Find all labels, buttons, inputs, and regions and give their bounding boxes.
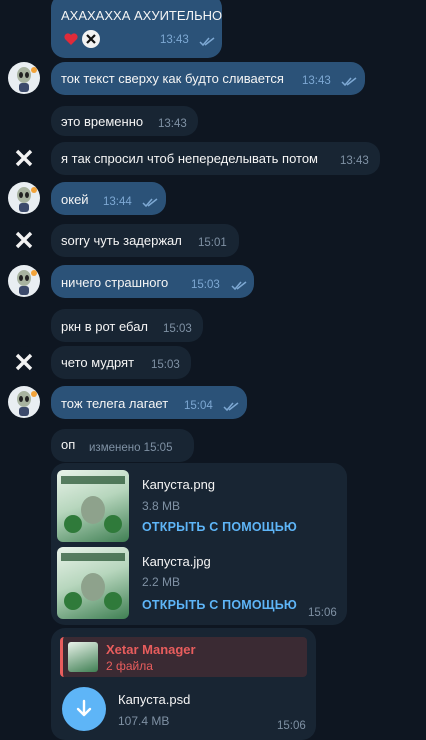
message-time: 15:06 — [308, 607, 337, 619]
file-message[interactable]: Xetar Manager 2 файла Капуста.psd 107.4 … — [51, 628, 316, 740]
double-check-icon — [199, 37, 215, 47]
file-name: Капуста.psd — [118, 692, 191, 707]
message-time: 15:03 — [151, 359, 180, 371]
file-size: 3.8 MB — [142, 499, 181, 513]
download-button[interactable] — [62, 687, 106, 731]
message-text: это временно — [61, 114, 144, 129]
message-bubble[interactable]: sorry чуть задержал 15:01 — [51, 224, 239, 257]
double-check-icon — [142, 198, 158, 208]
message-bubble[interactable]: оп изменено 15:05 — [51, 429, 194, 462]
file-name: Капуста.jpg — [142, 554, 211, 569]
double-check-icon — [223, 402, 239, 412]
file-size: 107.4 MB — [118, 714, 170, 728]
reply-preview[interactable]: Xetar Manager 2 файла — [60, 637, 307, 677]
reply-author: Xetar Manager — [106, 642, 196, 657]
files-message[interactable]: Капуста.png 3.8 MB ОТКРЫТЬ С ПОМОЩЬЮ Кап… — [51, 463, 347, 625]
message-time: 15:03 — [163, 323, 192, 335]
message-bubble[interactable]: это временно 13:43 — [51, 106, 198, 136]
open-with-button[interactable]: ОТКРЫТЬ С ПОМОЩЬЮ — [142, 598, 297, 612]
message-text: sorry чуть задержал — [61, 233, 182, 248]
message-text: ничего страшного — [61, 275, 169, 290]
message-bubble[interactable]: чето мудрят 15:03 — [51, 346, 191, 379]
file-thumbnail[interactable] — [57, 547, 129, 619]
avatar[interactable] — [8, 62, 40, 94]
message-bubble[interactable]: АХАХАХХА АХУИТЕЛЬНО 13:43 — [51, 0, 222, 58]
double-check-icon — [231, 281, 247, 291]
reply-subtitle: 2 файла — [106, 659, 153, 673]
message-time: 13:43 — [302, 75, 331, 87]
file-thumbnail[interactable] — [57, 470, 129, 542]
file-size: 2.2 MB — [142, 575, 181, 589]
avatar[interactable] — [8, 224, 40, 256]
message-text: чето мудрят — [61, 355, 135, 370]
message-text: ток текст сверху как будто сливается — [61, 71, 284, 86]
open-with-button[interactable]: ОТКРЫТЬ С ПОМОЩЬЮ — [142, 520, 297, 534]
download-arrow-icon — [76, 699, 92, 717]
message-text: я так спросил чтоб непеределывать потом — [61, 151, 318, 166]
message-time: 15:06 — [277, 720, 306, 732]
message-time: 13:43 — [160, 34, 189, 46]
message-text: тож телега лагает — [61, 396, 169, 411]
avatar[interactable] — [8, 386, 40, 418]
message-text: оп — [61, 437, 76, 452]
message-time: 13:43 — [340, 155, 369, 167]
message-bubble[interactable]: ркн в рот ебал 15:03 — [51, 309, 203, 342]
message-time: 15:04 — [184, 400, 213, 412]
reaction-user-avatar-icon — [82, 30, 100, 48]
reaction-heart-icon[interactable] — [62, 30, 80, 48]
message-time: 13:44 — [103, 196, 132, 208]
avatar[interactable] — [8, 346, 40, 378]
message-bubble[interactable]: тож телега лагает 15:04 — [51, 386, 247, 419]
avatar[interactable] — [8, 182, 40, 214]
message-bubble[interactable]: я так спросил чтоб непеределывать потом … — [51, 142, 380, 175]
message-time: 15:01 — [198, 237, 227, 249]
message-time: 15:03 — [191, 279, 220, 291]
message-text: окей — [61, 192, 89, 207]
message-time: изменено 15:05 — [89, 442, 173, 454]
message-bubble[interactable]: окей 13:44 — [51, 182, 166, 215]
message-text: ркн в рот ебал — [61, 319, 149, 334]
message-bubble[interactable]: ничего страшного 15:03 — [51, 265, 254, 298]
file-name: Капуста.png — [142, 477, 216, 492]
message-time: 13:43 — [158, 118, 187, 130]
message-text: АХАХАХХА АХУИТЕЛЬНО — [61, 8, 223, 23]
reply-thumbnail — [68, 642, 98, 672]
avatar[interactable] — [8, 265, 40, 297]
avatar[interactable] — [8, 142, 40, 174]
double-check-icon — [341, 77, 357, 87]
message-bubble[interactable]: ток текст сверху как будто сливается 13:… — [51, 62, 365, 95]
